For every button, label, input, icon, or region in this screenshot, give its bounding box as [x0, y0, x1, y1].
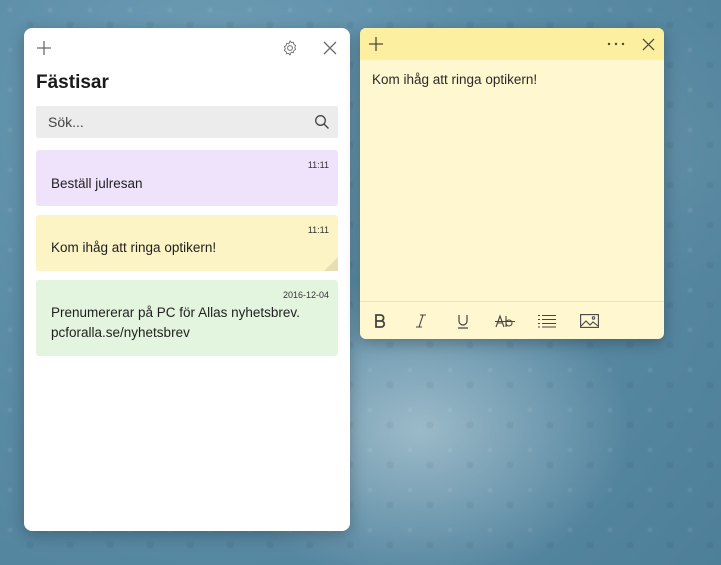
more-icon [607, 42, 625, 46]
search-input[interactable] [36, 106, 338, 138]
strikethrough-button[interactable] [494, 311, 516, 331]
note-card-selected[interactable]: 11:11 Kom ihåg att ringa optikern! [36, 215, 338, 271]
note-timestamp: 11:11 [307, 160, 329, 170]
insert-image-button[interactable] [578, 311, 600, 331]
underline-icon [458, 314, 468, 329]
note-titlebar[interactable] [360, 28, 664, 60]
strikethrough-icon [495, 314, 515, 328]
note-editor[interactable]: Kom ihåg att ringa optikern! [372, 72, 537, 87]
plus-icon [37, 41, 51, 55]
italic-icon [416, 314, 426, 328]
close-icon [323, 41, 337, 55]
search-box [36, 106, 338, 138]
note-timestamp: 11:11 [307, 225, 329, 235]
note-timestamp: 2016-12-04 [282, 290, 329, 300]
search-icon[interactable] [314, 114, 330, 130]
note-preview: Prenumererar på PC för Allas nyhetsbrev.… [51, 305, 300, 340]
formatting-toolbar [360, 301, 664, 339]
bold-button[interactable] [369, 311, 391, 331]
close-note-button[interactable] [638, 34, 658, 54]
new-note-button[interactable] [366, 34, 386, 54]
page-fold-corner [324, 257, 338, 271]
plus-icon [369, 37, 383, 51]
note-preview: Beställ julresan [51, 176, 143, 191]
add-note-button[interactable] [34, 38, 54, 58]
bullet-list-button[interactable] [536, 311, 558, 331]
bold-icon [375, 314, 386, 328]
gear-icon [283, 40, 297, 56]
note-card[interactable]: 11:11 Beställ julresan [36, 150, 338, 206]
close-icon [642, 38, 654, 50]
notes-list-window: Fästisar 11:11 Beställ julresan 11:11 Ko… [24, 28, 350, 531]
underline-button[interactable] [452, 311, 474, 331]
bullet-list-icon [538, 315, 556, 328]
image-icon [579, 314, 599, 328]
list-titlebar [24, 28, 350, 68]
close-list-button[interactable] [320, 38, 340, 58]
more-options-button[interactable] [606, 34, 626, 54]
sticky-note-window: Kom ihåg att ringa optikern! [360, 28, 664, 339]
note-preview: Kom ihåg att ringa optikern! [51, 240, 217, 255]
page-title: Fästisar [36, 72, 109, 93]
italic-button[interactable] [410, 311, 432, 331]
settings-button[interactable] [280, 38, 300, 58]
note-card[interactable]: 2016-12-04 Prenumererar på PC för Allas … [36, 280, 338, 356]
